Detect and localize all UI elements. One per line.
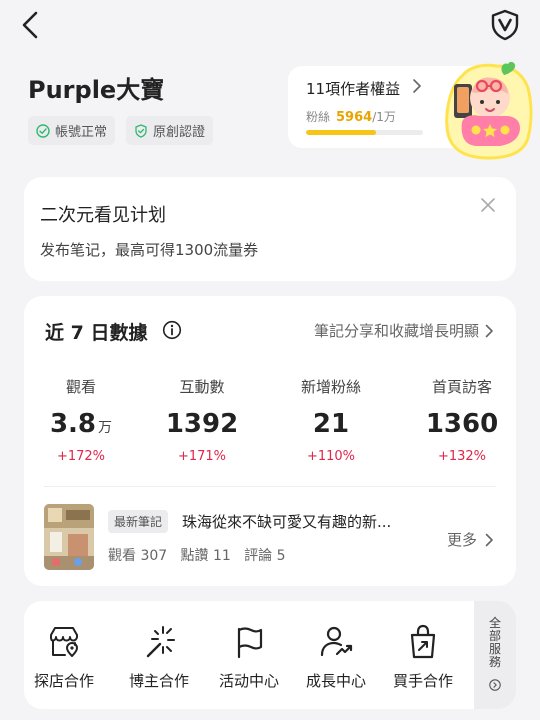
metric-delta: +171% bbox=[177, 449, 227, 464]
metric-new-fans[interactable]: 新增粉絲 21 +110% bbox=[276, 376, 386, 464]
badge-original-certified[interactable]: 原創認證 bbox=[126, 116, 214, 145]
badge-label: 帳號正常 bbox=[55, 125, 108, 140]
latest-note-meta: 觀看 307 點讚 11 評論 5 bbox=[108, 548, 286, 564]
tool-label: 買手合作 bbox=[392, 672, 453, 690]
all-services-button[interactable]: 全 部 服 務 bbox=[474, 601, 516, 709]
tool-blogger-collab[interactable]: 博主合作 bbox=[119, 623, 199, 691]
more-link[interactable]: 更多 bbox=[447, 529, 494, 550]
rights-title: 11項作者權益 bbox=[306, 80, 401, 98]
info-icon[interactable] bbox=[162, 320, 182, 340]
circle-chevron-right-icon bbox=[489, 679, 501, 691]
promo-card[interactable]: 二次元看见计划 发布笔记，最高可得1300流量券 bbox=[24, 177, 516, 281]
metric-number: 3.8 bbox=[49, 409, 97, 439]
tool-label: 博主合作 bbox=[128, 672, 189, 690]
fans-progress-bar bbox=[306, 130, 423, 135]
magic-wand-icon bbox=[146, 626, 175, 658]
back-button[interactable] bbox=[18, 10, 42, 40]
flag-icon bbox=[237, 627, 263, 659]
shopping-bag-icon bbox=[410, 624, 436, 659]
divider bbox=[44, 486, 496, 487]
chevron-right-icon bbox=[485, 533, 493, 546]
stats-insight-link[interactable]: 筆記分享和收藏增長明顯 bbox=[314, 320, 494, 341]
metric-views[interactable]: 觀看 3.8 万 +172% bbox=[26, 376, 136, 464]
metric-value: 21 bbox=[276, 409, 386, 439]
metric-delta: +172% bbox=[56, 449, 106, 464]
tool-label: 探店合作 bbox=[33, 672, 94, 690]
latest-note-title[interactable]: 珠海從來不缺可愛又有趣的新... bbox=[182, 511, 391, 532]
check-circle-icon bbox=[36, 123, 50, 138]
fans-progress-fill bbox=[306, 130, 376, 135]
promo-subtitle: 发布笔记，最高可得1300流量券 bbox=[40, 241, 259, 259]
tool-label: 成長中心 bbox=[305, 672, 366, 690]
metric-number: 1360 bbox=[425, 409, 499, 439]
metric-label: 互動數 bbox=[179, 378, 225, 396]
metric-delta: +132% bbox=[437, 449, 487, 464]
metric-number: 1392 bbox=[165, 409, 239, 439]
metric-label: 觀看 bbox=[65, 378, 96, 396]
shield-v-icon bbox=[491, 9, 519, 41]
badge-label: 原創認證 bbox=[153, 125, 206, 140]
shield-check-icon bbox=[135, 123, 147, 138]
stats-card: 近 7 日數據 筆記分享和收藏增長明顯 觀看 3.8 万 +172% 互動數 13… bbox=[24, 296, 516, 586]
tool-store-collab[interactable]: 探店合作 bbox=[24, 623, 104, 691]
metric-label: 首頁訪客 bbox=[431, 378, 492, 396]
metric-unit: 万 bbox=[98, 420, 113, 436]
stats-title: 近 7 日數據 bbox=[45, 322, 148, 344]
metric-label: 新增粉絲 bbox=[300, 378, 361, 396]
user-growth-icon bbox=[320, 626, 353, 657]
latest-note-tag: 最新筆記 bbox=[108, 510, 169, 533]
stats-link-label: 筆記分享和收藏增長明顯 bbox=[313, 322, 479, 340]
close-icon[interactable] bbox=[480, 197, 496, 213]
fans-value: 5964 bbox=[336, 110, 373, 125]
metric-value: 1392 bbox=[147, 409, 257, 439]
metric-delta: +110% bbox=[306, 449, 356, 464]
metric-value: 1360 bbox=[407, 409, 517, 439]
all-services-label: 全 部 服 務 bbox=[474, 617, 516, 669]
tool-buyer-collab[interactable]: 買手合作 bbox=[383, 623, 463, 691]
tool-label: 活动中心 bbox=[218, 672, 279, 690]
all-services-char: 務 bbox=[488, 655, 501, 669]
metric-number: 21 bbox=[312, 409, 350, 439]
more-label: 更多 bbox=[446, 531, 477, 549]
fans-target: /1万 bbox=[372, 110, 396, 124]
tools-card: 探店合作 博主合作 活动中心 成長中心 買手合作 全 部 服 務 bbox=[24, 601, 516, 709]
fans-progress-text: 粉絲 5964 /1万 bbox=[306, 108, 396, 125]
chevron-left-icon bbox=[22, 11, 38, 39]
fans-label: 粉絲 bbox=[306, 110, 331, 124]
chevron-right-icon bbox=[413, 79, 421, 93]
metric-interactions[interactable]: 互動數 1392 +171% bbox=[147, 376, 257, 464]
tool-growth-center[interactable]: 成長中心 bbox=[296, 623, 376, 691]
store-pin-icon bbox=[50, 627, 78, 657]
metric-value: 3.8 万 bbox=[26, 409, 136, 439]
mascot-sticker-image[interactable] bbox=[440, 56, 534, 160]
metric-homepage-visitors[interactable]: 首頁訪客 1360 +132% bbox=[407, 376, 517, 464]
top-bar bbox=[0, 0, 540, 52]
profile-name: Purple大寶 bbox=[28, 76, 165, 104]
chevron-right-icon bbox=[485, 324, 493, 337]
note-thumbnail-image[interactable] bbox=[44, 504, 94, 570]
shield-v-button[interactable] bbox=[488, 8, 522, 42]
badge-account-status[interactable]: 帳號正常 bbox=[28, 116, 116, 145]
promo-title: 二次元看见计划 bbox=[40, 205, 166, 226]
tool-activity-center[interactable]: 活动中心 bbox=[209, 623, 289, 691]
